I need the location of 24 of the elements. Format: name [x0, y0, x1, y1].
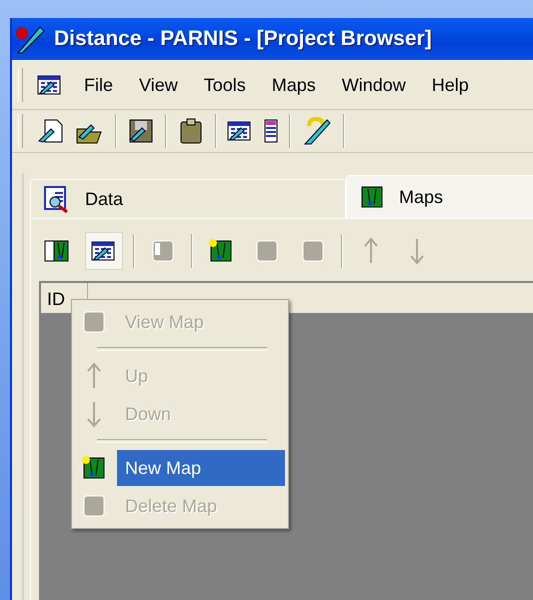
tab[interactable]: Maps: [346, 175, 533, 218]
data-sheet-icon[interactable]: [227, 119, 253, 143]
menu-item[interactable]: View: [126, 74, 191, 96]
map-list-icon[interactable]: [44, 238, 70, 264]
new-map-icon[interactable]: [81, 455, 107, 481]
new-map-icon[interactable]: [208, 238, 234, 264]
menu-item[interactable]: Help: [418, 74, 482, 96]
stack-icon[interactable]: [263, 117, 279, 145]
down-arrow-icon: [86, 400, 102, 428]
data-search-icon: [43, 185, 71, 213]
menu-item[interactable]: Tools: [190, 74, 259, 96]
menu-item[interactable]: File: [71, 74, 126, 96]
menu-item[interactable]: New Map: [117, 450, 285, 486]
document-icon[interactable]: [37, 73, 63, 97]
menu-item[interactable]: Window: [328, 74, 419, 96]
help-icon[interactable]: [301, 116, 333, 146]
tab[interactable]: Data: [30, 179, 346, 218]
new-file-icon[interactable]: [37, 117, 65, 145]
up-arrow-icon: [86, 362, 102, 390]
menu-item[interactable]: Maps: [258, 74, 329, 96]
window-title: Distance - PARNIS - [Project Browser]: [54, 27, 432, 51]
table-view-icon[interactable]: [91, 239, 117, 263]
save-icon[interactable]: [127, 117, 155, 145]
map-icon[interactable]: [359, 184, 385, 210]
